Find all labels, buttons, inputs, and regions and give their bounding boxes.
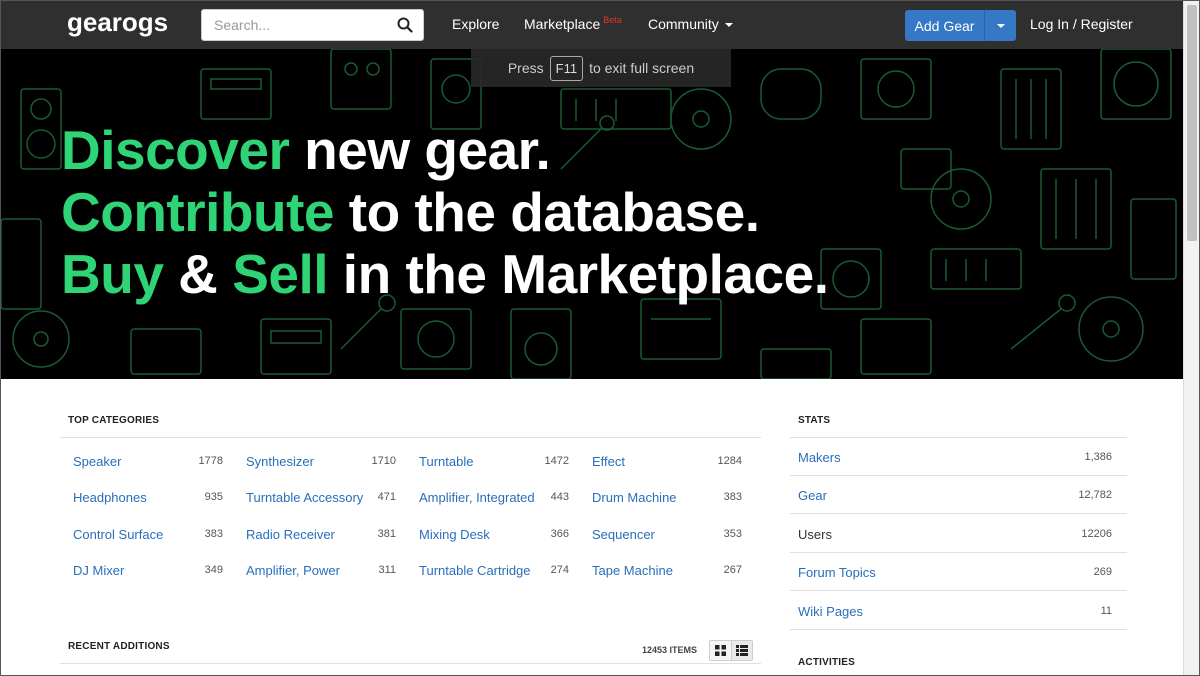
add-gear-button[interactable]: Add Gear: [905, 10, 985, 41]
category-link[interactable]: Headphones: [73, 490, 147, 505]
category-count: 1778: [198, 455, 223, 467]
category-link[interactable]: Speaker: [73, 454, 121, 469]
hero-headline: Discover new gear. Contribute to the dat…: [61, 119, 829, 305]
category-link[interactable]: Synthesizer: [246, 454, 314, 469]
category-link[interactable]: Turntable: [419, 454, 473, 469]
hero-line-1: Discover new gear.: [61, 119, 551, 181]
category-link[interactable]: Effect: [592, 454, 625, 469]
stat-label[interactable]: Makers: [798, 450, 841, 465]
fullscreen-tip: Press F11 to exit full screen: [471, 49, 731, 87]
category-link[interactable]: Control Surface: [73, 527, 163, 542]
beta-badge: Beta: [603, 15, 622, 25]
divider: [60, 437, 761, 438]
view-toggle: [709, 640, 753, 661]
stat-label[interactable]: Wiki Pages: [798, 604, 863, 619]
search-box: [201, 9, 424, 41]
top-categories-title: TOP CATEGORIES: [68, 415, 160, 426]
add-gear-group: Add Gear: [905, 10, 1016, 41]
nav-community-label: Community: [648, 16, 719, 32]
page: gearogs Explore MarketplaceBeta Communit…: [0, 0, 1200, 676]
category-link[interactable]: DJ Mixer: [73, 563, 124, 578]
category-link[interactable]: Tape Machine: [592, 563, 673, 578]
category-count: 349: [204, 564, 223, 576]
category-link[interactable]: Amplifier, Integrated: [419, 490, 535, 505]
nav-marketplace-label: Marketplace: [524, 16, 601, 32]
stat-row: Makers 1,386: [790, 438, 1127, 476]
category-count: 471: [377, 491, 396, 503]
category-count: 311: [378, 564, 396, 576]
category-count: 935: [204, 491, 223, 503]
stat-label: Users: [798, 526, 832, 542]
activities-title: ACTIVITIES: [798, 657, 856, 668]
search-input[interactable]: [202, 11, 382, 39]
fullscreen-tip-rest: to exit full screen: [589, 60, 695, 76]
search-icon[interactable]: [397, 17, 413, 33]
category-link[interactable]: Turntable Accessory: [246, 490, 363, 505]
hero-banner: Discover new gear. Contribute to the dat…: [1, 49, 1185, 379]
category-count: 366: [550, 528, 569, 540]
login-register-link[interactable]: Log In / Register: [1030, 16, 1133, 32]
scrollbar[interactable]: [1183, 1, 1199, 675]
list-view-button[interactable]: [730, 641, 752, 660]
hero-line-2: Contribute to the database.: [61, 181, 760, 243]
category-count: 267: [723, 564, 742, 576]
add-gear-dropdown-button[interactable]: [985, 10, 1016, 41]
stat-label[interactable]: Gear: [798, 488, 827, 503]
category-link[interactable]: Radio Receiver: [246, 527, 335, 542]
stat-value: 11: [1100, 604, 1112, 617]
stat-value: 12,782: [1078, 489, 1112, 502]
fullscreen-tip-press: Press: [507, 60, 544, 76]
stat-value: 12206: [1081, 527, 1112, 540]
stat-row: Gear 12,782: [790, 476, 1127, 515]
stat-row: Forum Topics 269: [790, 553, 1127, 592]
hero-line-3: Buy & Sell in the Marketplace.: [61, 243, 829, 305]
logo-text: gearogs: [67, 7, 168, 37]
divider: [60, 663, 761, 664]
nav-marketplace[interactable]: Marketplace Beta: [524, 15, 622, 32]
grid-view-button[interactable]: [710, 641, 731, 660]
category-count: 1710: [371, 455, 396, 467]
category-count: 383: [723, 491, 742, 503]
category-link[interactable]: Sequencer: [592, 527, 655, 542]
list-icon: [735, 645, 748, 656]
stat-value: 269: [1093, 566, 1112, 579]
category-link[interactable]: Drum Machine: [592, 490, 677, 505]
category-count: 383: [204, 528, 223, 540]
category-count: 1284: [717, 455, 742, 467]
stat-value: 1,386: [1084, 451, 1112, 463]
chevron-down-icon: [724, 23, 733, 28]
category-link[interactable]: Amplifier, Power: [246, 563, 340, 578]
stat-row: Users 12206: [790, 515, 1127, 553]
nav-explore[interactable]: Explore: [452, 16, 499, 32]
stat-row: Wiki Pages 11: [790, 592, 1127, 630]
stats-title: STATS: [798, 415, 831, 426]
fullscreen-tip-key: F11: [549, 55, 584, 81]
category-count: 274: [550, 564, 569, 576]
category-count: 443: [550, 491, 569, 503]
grid-icon: [714, 645, 726, 656]
category-count: 353: [723, 528, 742, 540]
scrollbar-thumb[interactable]: [1187, 5, 1197, 241]
gearogs-logo[interactable]: gearogs: [65, 7, 169, 45]
category-link[interactable]: Mixing Desk: [419, 527, 490, 542]
stat-label[interactable]: Forum Topics: [798, 565, 876, 580]
recent-additions-title: RECENT ADDITIONS: [68, 641, 170, 652]
nav-community[interactable]: Community: [648, 16, 733, 32]
category-count: 1472: [544, 455, 569, 467]
navbar: gearogs Explore MarketplaceBeta Communit…: [1, 1, 1185, 49]
recent-items-count: 12453 ITEMS: [641, 645, 697, 655]
category-link[interactable]: Turntable Cartridge: [419, 563, 531, 578]
category-count: 381: [377, 528, 396, 540]
chevron-down-icon: [996, 23, 1005, 28]
